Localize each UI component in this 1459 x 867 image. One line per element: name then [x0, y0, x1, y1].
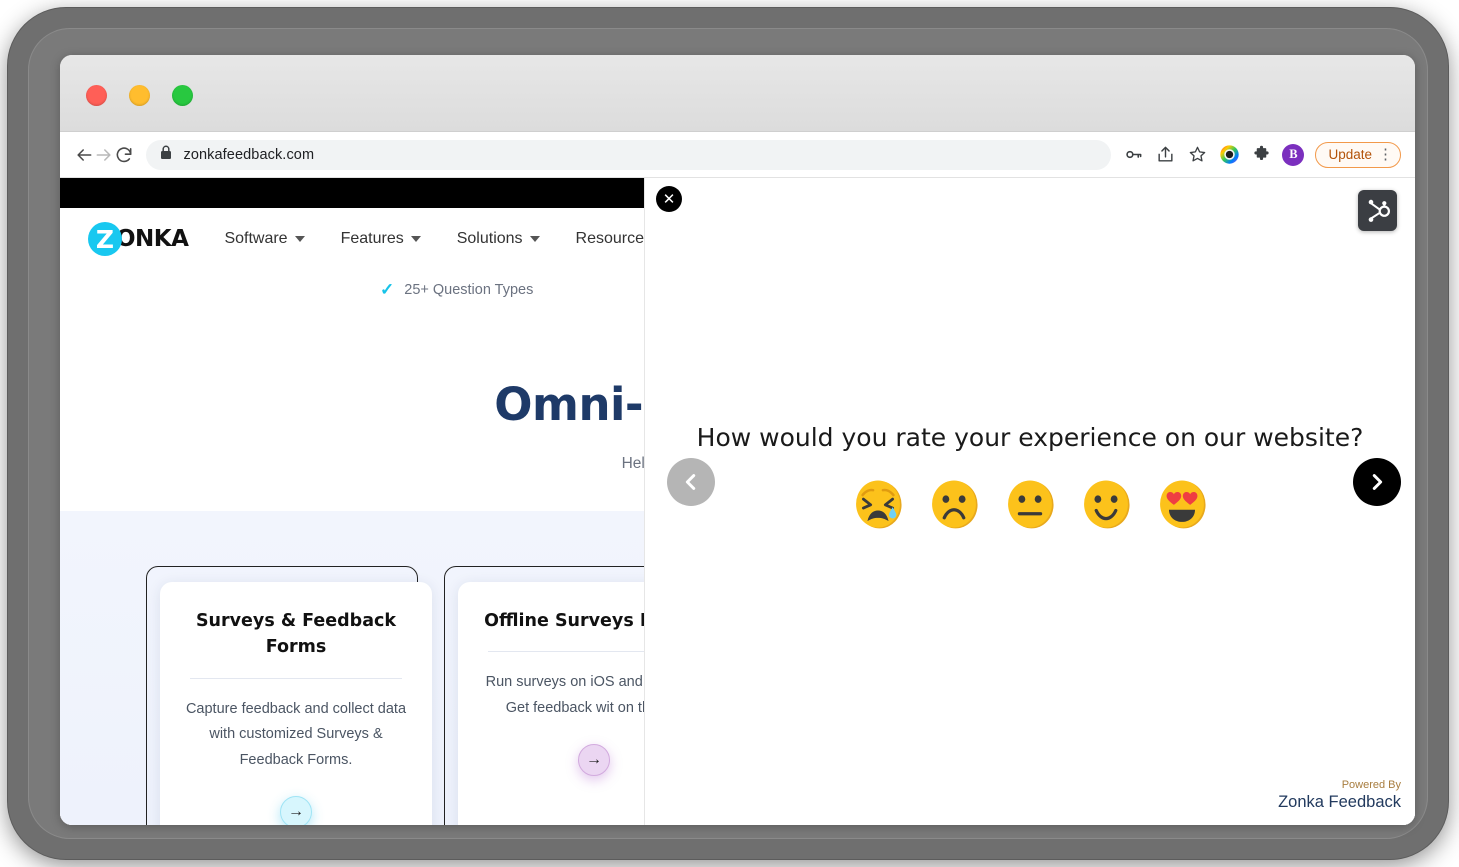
forward-arrow-icon[interactable] — [94, 139, 114, 171]
extensions-puzzle-icon[interactable] — [1245, 139, 1277, 171]
toolbar-actions: B Update ⋮ — [1117, 139, 1401, 171]
nav-item-software[interactable]: Software — [224, 230, 304, 248]
rating-emoji-row — [645, 478, 1415, 530]
update-label: Update — [1328, 147, 1372, 162]
address-bar-url: zonkafeedback.com — [183, 147, 314, 163]
nav-item-solutions[interactable]: Solutions — [457, 230, 540, 248]
chevron-down-icon — [530, 236, 540, 242]
heart-eyes-face-emoji[interactable] — [1156, 478, 1208, 530]
hubspot-sprocket-icon[interactable] — [1358, 190, 1397, 231]
crying-face-emoji[interactable] — [852, 478, 904, 530]
zonka-logo-word: ONKA — [116, 226, 188, 252]
address-bar[interactable]: zonkafeedback.com — [146, 140, 1111, 170]
nav-label: Solutions — [457, 230, 523, 248]
card-divider — [190, 678, 402, 679]
close-glyph: ✕ — [663, 190, 676, 208]
next-question-button[interactable] — [1353, 458, 1401, 506]
device-bezel: zonkafeedback.com — [8, 8, 1448, 859]
neutral-face-emoji[interactable] — [1004, 478, 1056, 530]
lock-icon — [160, 145, 172, 165]
chevron-down-icon — [411, 236, 421, 242]
update-button[interactable]: Update ⋮ — [1315, 142, 1401, 168]
previous-question-button[interactable] — [667, 458, 715, 506]
powered-by-label: Powered By — [1278, 778, 1401, 792]
card-description: Capture feedback and collect data with c… — [182, 697, 410, 774]
survey-modal: ✕ How would you rate your experience on … — [644, 178, 1415, 825]
share-icon[interactable] — [1149, 139, 1181, 171]
browser-toolbar: zonkafeedback.com — [60, 132, 1415, 178]
profile-initial: B — [1282, 144, 1304, 166]
zonka-logo-mark: Z — [88, 222, 122, 256]
close-icon[interactable]: ✕ — [656, 186, 682, 212]
frowning-face-emoji[interactable] — [928, 478, 980, 530]
feature-strip-text: 25+ Question Types — [404, 282, 533, 298]
card-arrow-button[interactable]: → — [578, 744, 610, 776]
powered-by-brand: Zonka Feedback — [1278, 792, 1401, 813]
smiling-face-emoji[interactable] — [1080, 478, 1132, 530]
reload-icon[interactable] — [114, 139, 134, 171]
nav-label: Features — [341, 230, 404, 248]
chevron-down-icon — [295, 236, 305, 242]
window-controls[interactable] — [86, 85, 193, 106]
maximize-window-button[interactable] — [172, 85, 193, 106]
browser-title-bar — [60, 55, 1415, 132]
bookmark-star-icon[interactable] — [1181, 139, 1213, 171]
page-viewport: Z ONKA Software Features Solutions — [60, 178, 1415, 825]
card-title: Surveys & Feedback Forms — [182, 608, 410, 661]
survey-question: How would you rate your experience on ou… — [645, 423, 1415, 452]
avatar[interactable]: B — [1277, 139, 1309, 171]
close-window-button[interactable] — [86, 85, 107, 106]
card-surveys-feedback-forms[interactable]: Surveys & Feedback Forms Capture feedbac… — [160, 582, 432, 825]
browser-menu-icon[interactable]: ⋮ — [1378, 147, 1393, 162]
zonka-logo[interactable]: Z ONKA — [88, 222, 188, 256]
nav-item-features[interactable]: Features — [341, 230, 421, 248]
card-arrow-button[interactable]: → — [280, 796, 312, 825]
key-icon[interactable] — [1117, 139, 1149, 171]
back-arrow-icon[interactable] — [74, 139, 94, 171]
arrow-right-icon: → — [288, 803, 304, 821]
check-icon: ✓ — [380, 280, 394, 300]
browser-window: zonkafeedback.com — [60, 55, 1415, 825]
colorful-circle-icon[interactable] — [1213, 139, 1245, 171]
nav-label: Resources — [576, 230, 652, 248]
powered-by-footer: Powered By Zonka Feedback — [1278, 778, 1401, 813]
arrow-right-icon: → — [586, 751, 602, 769]
minimize-window-button[interactable] — [129, 85, 150, 106]
nav-label: Software — [224, 230, 287, 248]
